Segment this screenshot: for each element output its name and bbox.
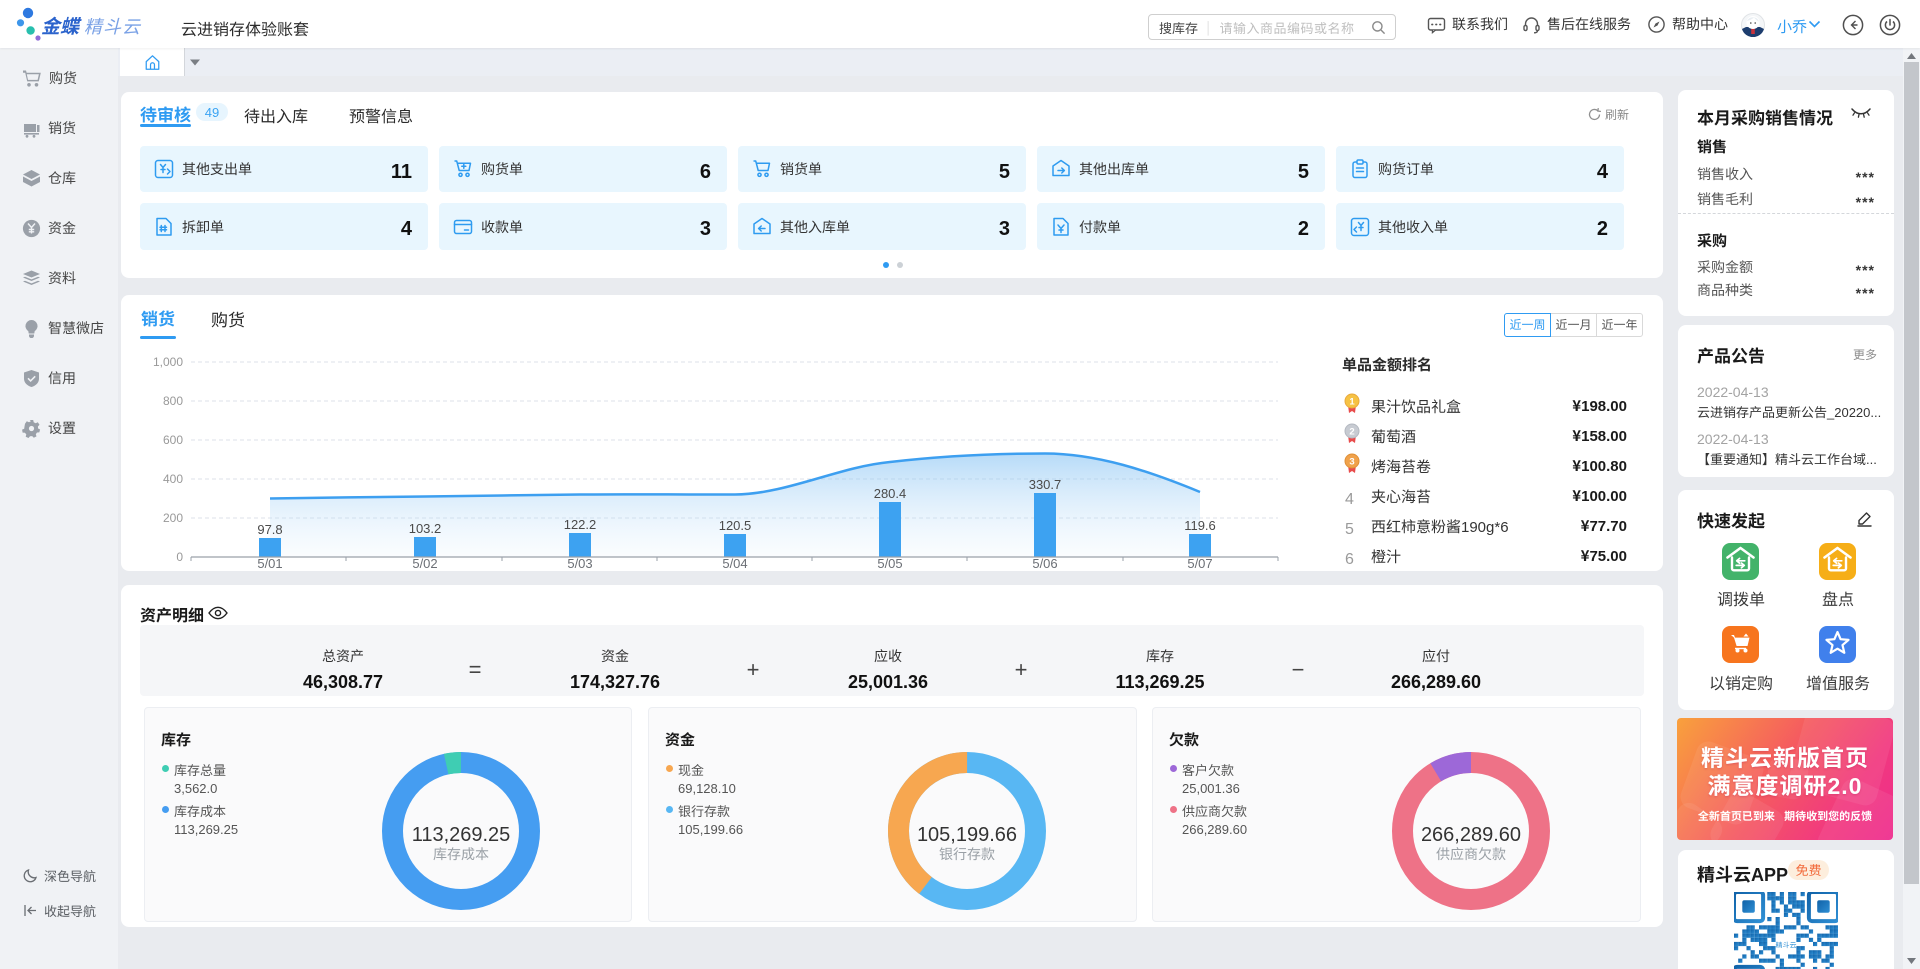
svg-text:0: 0 — [176, 548, 183, 565]
svg-text:400: 400 — [163, 470, 183, 487]
svg-text:5/04: 5/04 — [722, 553, 747, 571]
svg-text:精斗云: 精斗云 — [1776, 941, 1797, 951]
svg-text:330.7: 330.7 — [1029, 474, 1062, 493]
svg-text:600: 600 — [163, 431, 183, 448]
svg-text:280.4: 280.4 — [874, 483, 907, 502]
svg-text:5/01: 5/01 — [257, 553, 282, 571]
svg-text:5/02: 5/02 — [412, 553, 437, 571]
svg-text:2: 2 — [1349, 424, 1354, 438]
svg-text:119.6: 119.6 — [1184, 515, 1216, 534]
svg-text:3: 3 — [1349, 454, 1354, 468]
svg-text:97.8: 97.8 — [257, 519, 282, 538]
svg-text:5/07: 5/07 — [1187, 553, 1212, 571]
svg-text:122.2: 122.2 — [564, 514, 597, 533]
svg-text:5/05: 5/05 — [877, 553, 902, 571]
svg-text:1: 1 — [1349, 394, 1355, 408]
svg-text:1,000: 1,000 — [153, 353, 183, 370]
svg-text:5/03: 5/03 — [567, 553, 592, 571]
svg-text:5/06: 5/06 — [1032, 553, 1057, 571]
svg-text:800: 800 — [163, 392, 183, 409]
svg-text:200: 200 — [163, 509, 183, 526]
svg-text:103.2: 103.2 — [409, 518, 442, 537]
svg-text:120.5: 120.5 — [719, 515, 752, 534]
